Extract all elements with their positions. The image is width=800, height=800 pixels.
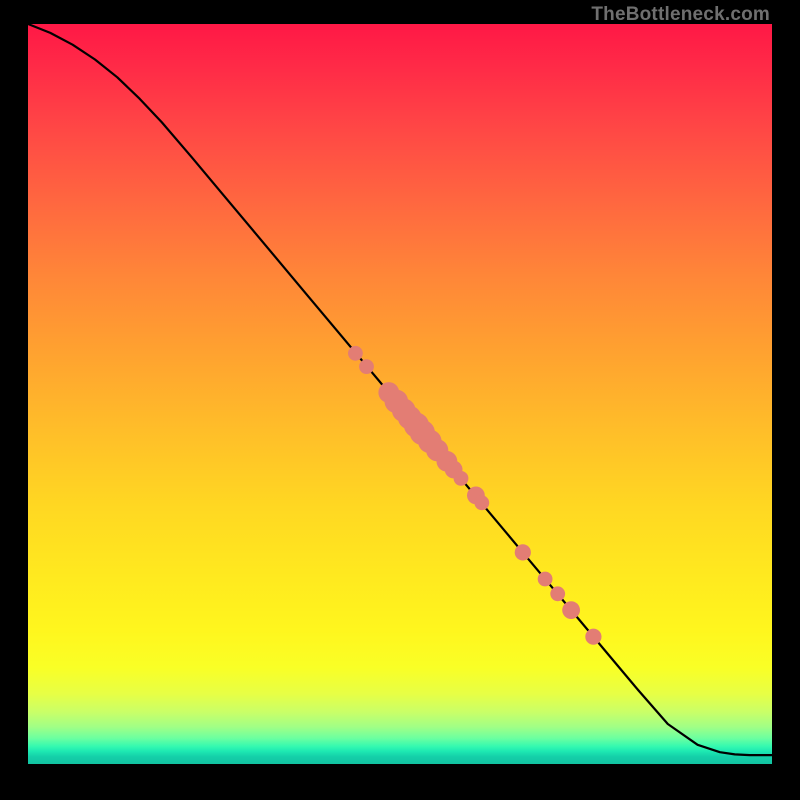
data-point <box>562 601 580 619</box>
data-point <box>359 359 374 374</box>
data-point <box>348 346 363 361</box>
plot-area <box>28 24 772 764</box>
data-point <box>538 572 553 587</box>
data-point <box>585 629 601 645</box>
chart-overlay <box>28 24 772 764</box>
curve-line <box>28 24 772 755</box>
watermark-text: TheBottleneck.com <box>591 4 770 26</box>
chart-stage: TheBottleneck.com <box>0 0 800 800</box>
data-point <box>550 586 565 601</box>
data-point <box>454 471 469 486</box>
data-point <box>515 544 531 560</box>
data-point <box>474 495 489 510</box>
